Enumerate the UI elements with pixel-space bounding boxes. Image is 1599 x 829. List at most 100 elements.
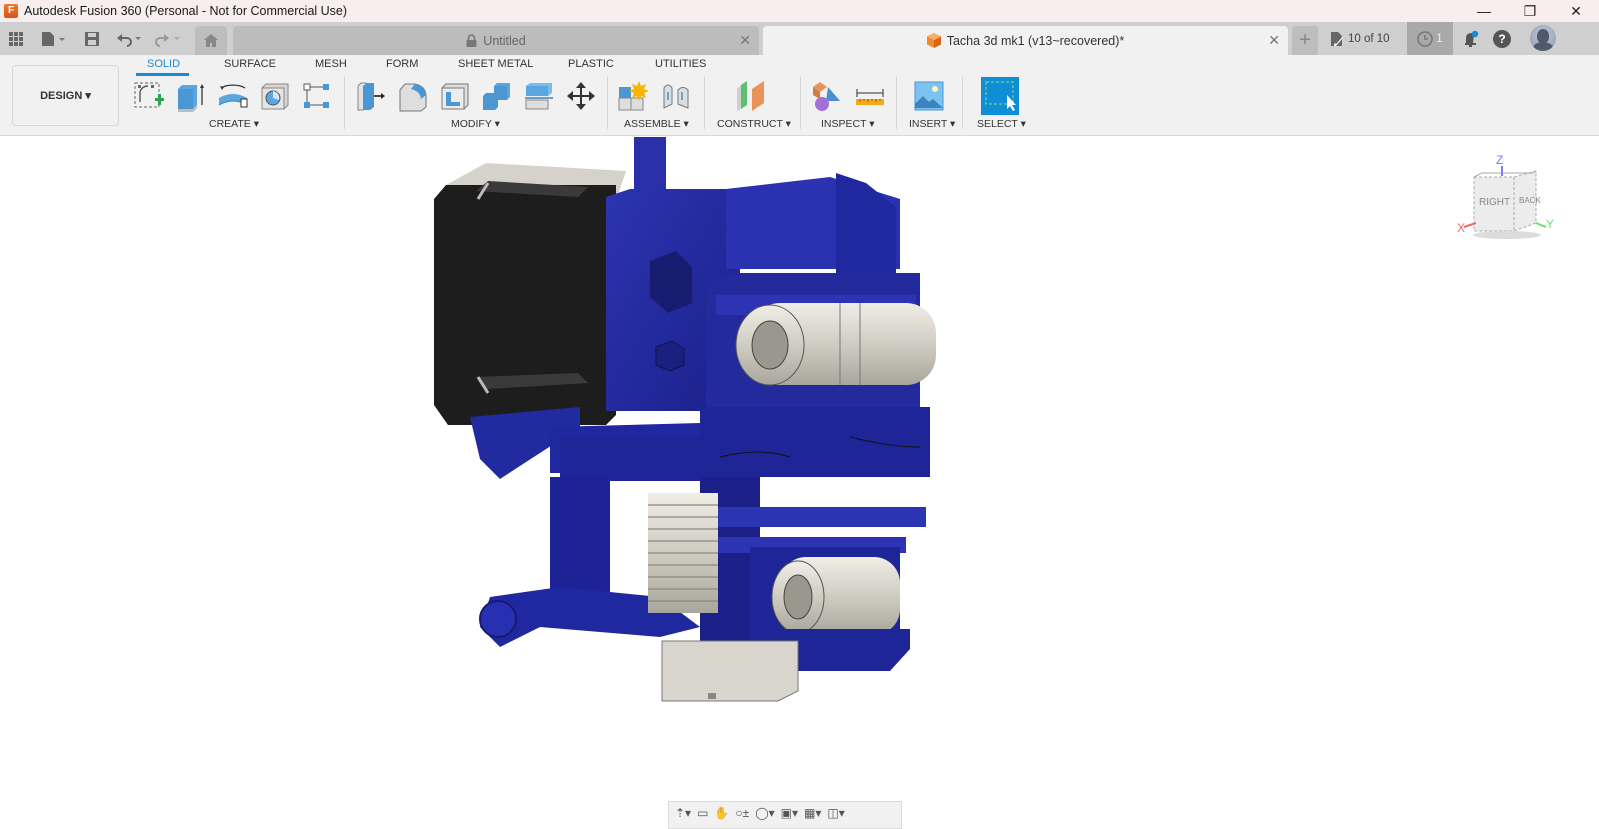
fillet-icon <box>399 83 427 112</box>
create-sketch-button[interactable] <box>132 79 166 113</box>
revolve-button[interactable] <box>216 79 250 113</box>
modify-label: MODIFY <box>451 118 492 130</box>
navigation-toolbar: ⇡▾ ▭ ✋ ○± ◯▾ ▣▾ ▦▾ ◫▾ <box>668 801 902 829</box>
file-menu-icon[interactable] <box>38 27 68 51</box>
press-pull-button[interactable] <box>354 79 388 113</box>
orbit-icon[interactable]: ⇡▾ <box>675 806 691 820</box>
window-title: Autodesk Fusion 360 (Personal - Not for … <box>24 4 348 18</box>
look-at-icon[interactable]: ▭ <box>697 806 708 820</box>
inspect-menu[interactable]: INSPECT ▾ <box>821 118 875 130</box>
display-settings-icon[interactable]: ▣▾ <box>781 806 798 820</box>
tab-form[interactable]: FORM <box>386 58 418 70</box>
3d-viewport[interactable]: Z X Y RIGHT BACK ⇡▾ ▭ ✋ ○± ◯▾ ▣▾ ▦▾ ◫▾ <box>0 137 1599 829</box>
tab-label: Untitled <box>483 33 526 48</box>
viewcube-axis-z: Z <box>1496 153 1504 167</box>
display-component-colors-button[interactable] <box>810 79 844 113</box>
toolbar-ribbon: DESIGN ▾ SOLID SURFACE MESH FORM SHEET M… <box>0 55 1599 136</box>
window-select-icon <box>985 81 1016 111</box>
job-status-button[interactable]: 1 <box>1407 22 1453 55</box>
close-tab-button[interactable]: ✕ <box>739 32 751 49</box>
chevron-down-icon: ▾ <box>683 118 689 130</box>
tab-utilities[interactable]: UTILITIES <box>655 58 706 70</box>
help-button[interactable]: ? <box>1493 30 1511 48</box>
combine-icon <box>483 83 510 110</box>
viewcube-face-back[interactable]: BACK <box>1519 196 1541 205</box>
document-tab-strip: Untitled ✕ Tacha 3d mk1 (v13~recovered)*… <box>0 22 1599 55</box>
insert-image-button[interactable] <box>912 79 946 113</box>
tab-mesh[interactable]: MESH <box>315 58 347 70</box>
viewcube[interactable]: Z X Y RIGHT BACK <box>1452 153 1562 240</box>
workspace-switcher[interactable]: DESIGN ▾ <box>12 65 119 126</box>
move-copy-button[interactable] <box>564 79 598 113</box>
select-menu[interactable]: SELECT ▾ <box>977 118 1026 130</box>
split-body-button[interactable] <box>522 79 556 113</box>
new-component-button[interactable] <box>617 79 651 113</box>
measure-button[interactable] <box>853 79 887 113</box>
user-avatar[interactable] <box>1530 25 1556 51</box>
minimize-button[interactable]: — <box>1461 0 1507 22</box>
viewcube-face-right[interactable]: RIGHT <box>1479 197 1510 208</box>
close-window-button[interactable]: ✕ <box>1553 0 1599 22</box>
undo-icon[interactable] <box>115 27 145 51</box>
chevron-down-icon: ▾ <box>785 118 791 130</box>
close-tab-button[interactable]: ✕ <box>1268 32 1280 49</box>
construct-menu[interactable]: CONSTRUCT ▾ <box>717 118 791 130</box>
extrude-icon <box>178 84 204 112</box>
group-divider <box>704 77 705 129</box>
data-panel-grid-icon[interactable] <box>6 27 26 51</box>
pan-hand-icon[interactable]: ✋ <box>714 806 729 820</box>
group-divider <box>800 77 801 129</box>
assemble-menu[interactable]: ASSEMBLE ▾ <box>624 118 689 130</box>
hole-button[interactable] <box>258 79 292 113</box>
create-menu[interactable]: CREATE ▾ <box>209 118 259 130</box>
select-label: SELECT <box>977 118 1018 130</box>
linear-bearing-top <box>735 303 936 386</box>
title-bar: F Autodesk Fusion 360 (Personal - Not fo… <box>0 0 1599 22</box>
create-label: CREATE <box>209 118 251 130</box>
home-icon <box>204 34 218 47</box>
group-divider <box>344 77 345 129</box>
combine-button[interactable] <box>480 79 514 113</box>
grid-settings-icon[interactable]: ▦▾ <box>804 806 821 820</box>
tab-plastic[interactable]: PLASTIC <box>568 58 614 70</box>
component-colors-icon <box>813 82 840 111</box>
revolve-icon <box>218 84 248 108</box>
window-select-button[interactable] <box>981 77 1019 115</box>
tab-solid[interactable]: SOLID <box>147 58 180 70</box>
save-icon[interactable] <box>83 27 101 51</box>
chevron-down-icon: ▾ <box>494 118 500 130</box>
new-component-icon <box>618 81 649 111</box>
hole-icon <box>261 83 289 110</box>
chevron-down-icon: ▾ <box>1020 118 1026 130</box>
fit-icon[interactable]: ◯▾ <box>755 806 774 820</box>
split-body-icon <box>525 83 553 110</box>
maximize-button[interactable]: ❐ <box>1507 0 1553 22</box>
viewports-icon[interactable]: ◫▾ <box>827 806 844 820</box>
tab-label: Tacha 3d mk1 (v13~recovered)* <box>946 33 1125 48</box>
chevron-down-icon: ▾ <box>253 118 260 130</box>
document-version-icon <box>1331 32 1343 46</box>
tab-tacha-3d-mk1[interactable]: Tacha 3d mk1 (v13~recovered)* ✕ <box>763 26 1288 55</box>
construction-plane-icon <box>737 81 764 111</box>
extrude-button[interactable] <box>174 79 208 113</box>
insert-menu[interactable]: INSERT ▾ <box>909 118 955 130</box>
shell-button[interactable] <box>438 79 472 113</box>
stepper-motor <box>434 163 626 425</box>
zoom-icon[interactable]: ○± <box>735 806 749 820</box>
extruder-assembly-model[interactable] <box>420 137 960 707</box>
tab-surface[interactable]: SURFACE <box>224 58 276 70</box>
group-divider <box>962 77 963 129</box>
redo-icon[interactable] <box>153 27 183 51</box>
joint-button[interactable] <box>659 79 693 113</box>
tab-untitled[interactable]: Untitled ✕ <box>233 26 759 55</box>
offset-plane-button[interactable] <box>734 79 768 113</box>
fillet-button[interactable] <box>396 79 430 113</box>
tab-sheet-metal[interactable]: SHEET METAL <box>458 58 533 70</box>
home-tab[interactable] <box>195 26 227 55</box>
measure-ruler-icon <box>856 89 884 105</box>
notifications-button[interactable] <box>1461 28 1481 50</box>
new-tab-button[interactable]: + <box>1292 26 1318 55</box>
modify-menu[interactable]: MODIFY ▾ <box>451 118 500 130</box>
pattern-button[interactable] <box>300 79 334 113</box>
version-history-button[interactable]: 10 of 10 <box>1330 28 1390 50</box>
